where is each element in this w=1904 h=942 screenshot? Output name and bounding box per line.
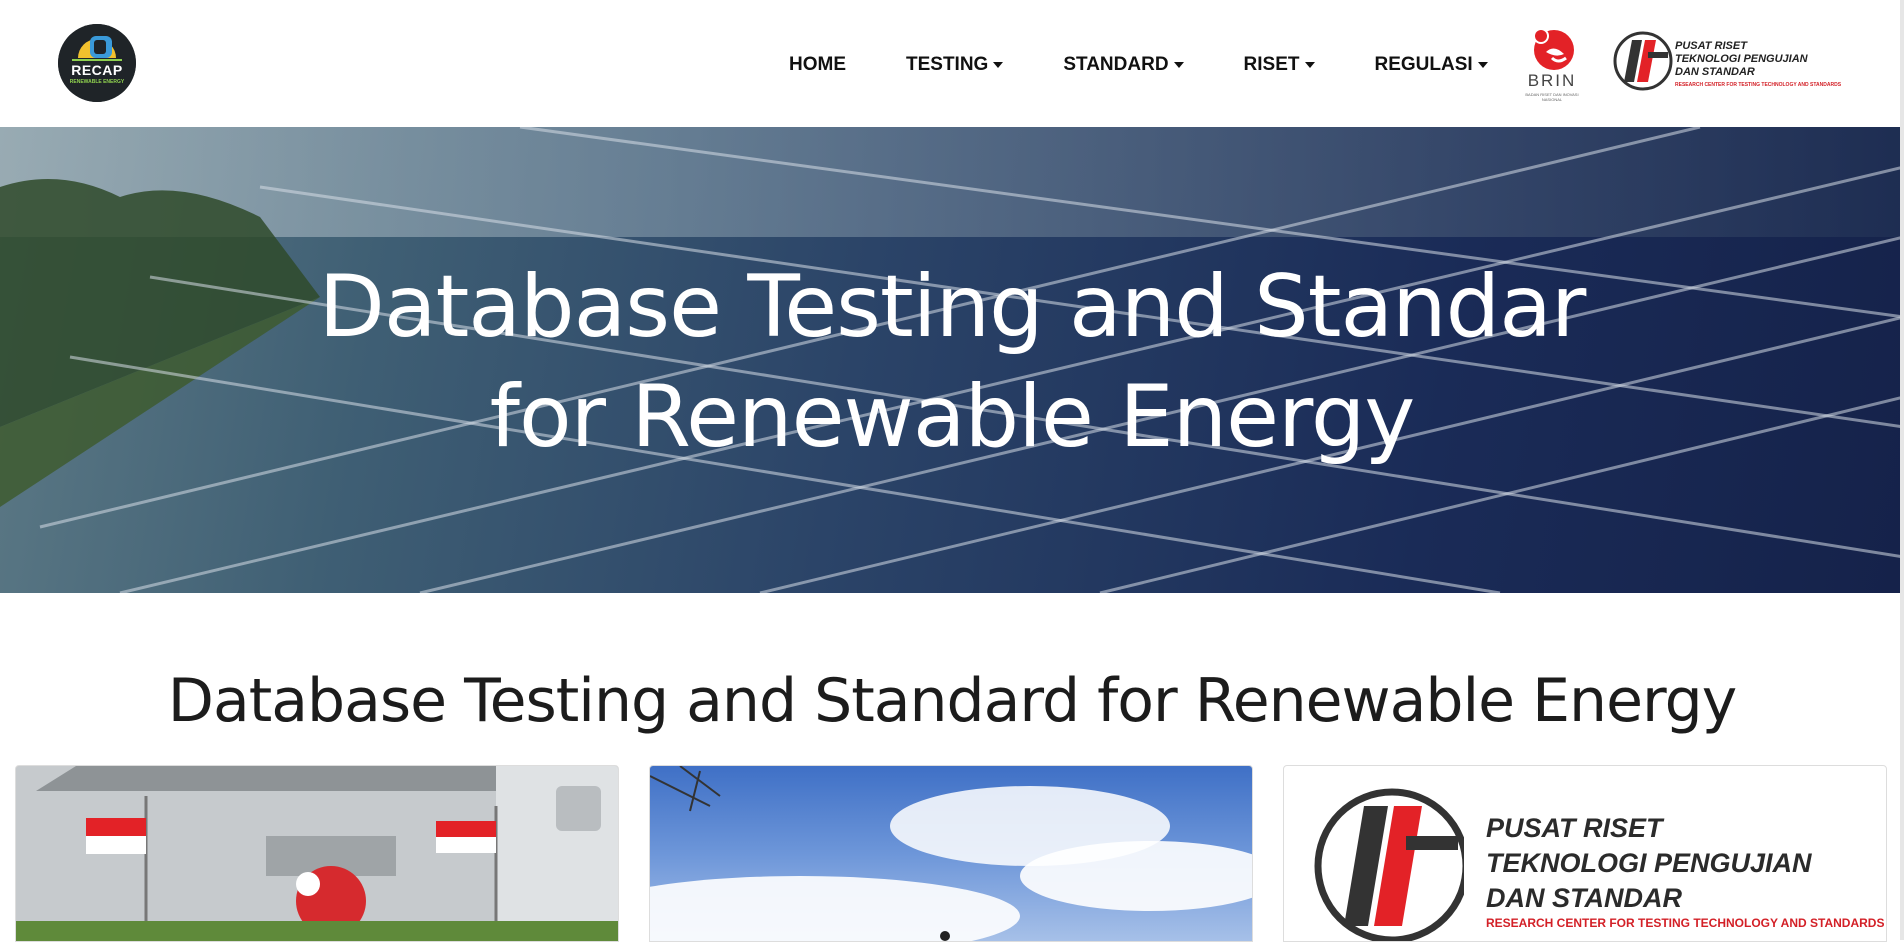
caret-down-icon — [1173, 62, 1184, 68]
nav-regulasi-label: REGULASI — [1374, 54, 1473, 75]
card-research-center-tagline: RESEARCH CENTER FOR TESTING TECHNOLOGY A… — [1486, 916, 1885, 930]
research-center-line3: DAN STANDAR — [1675, 66, 1755, 78]
nav-home-label: HOME — [789, 54, 846, 75]
card-sky-photo[interactable] — [649, 765, 1253, 942]
caret-down-icon — [1477, 62, 1488, 68]
nav-standard[interactable]: STANDARD — [1063, 54, 1184, 76]
nav-testing[interactable]: TESTING — [906, 54, 1004, 76]
card-research-center-name: PUSAT RISET TEKNOLOGI PENGUJIAN DAN STAN… — [1486, 811, 1812, 916]
research-center-line2: TEKNOLOGI PENGUJIAN — [1675, 53, 1808, 65]
main-nav: HOME TESTING STANDARD RISET REGULASI — [770, 50, 1488, 80]
brin-name: BRIN — [1527, 71, 1577, 90]
research-center-tagline: RESEARCH CENTER FOR TESTING TECHNOLOGY A… — [1675, 82, 1842, 88]
logo-subtitle: RENEWABLE ENERGY — [69, 79, 125, 85]
card-building-photo[interactable] — [15, 765, 619, 942]
brin-emblem-icon — [1533, 28, 1574, 70]
research-center-logo[interactable]: PUSAT RISET TEKNOLOGI PENGUJIAN DAN STAN… — [1612, 30, 1841, 92]
hero-title: Database Testing and Standar for Renewab… — [318, 257, 1587, 467]
card-line2: TEKNOLOGI PENGUJIAN — [1486, 848, 1812, 878]
nav-testing-label: TESTING — [906, 54, 989, 75]
nav-riset[interactable]: RISET — [1244, 54, 1315, 76]
research-center-line1: PUSAT RISET — [1675, 40, 1747, 52]
nav-riset-label: RISET — [1243, 54, 1300, 75]
research-center-large-emblem-icon — [1314, 788, 1470, 941]
brin-logo[interactable]: BRIN BADAN RISET DAN INOVASI NASIONAL — [1518, 24, 1586, 102]
recap-logo[interactable]: RECAP RENEWABLE ENERGY — [58, 24, 136, 102]
page-scrollbar[interactable] — [1900, 0, 1904, 940]
section-title: Database Testing and Standard for Renewa… — [167, 666, 1737, 736]
navbar: RECAP RENEWABLE ENERGY HOME TESTING STAN… — [0, 0, 1904, 127]
nav-home[interactable]: HOME — [789, 54, 846, 76]
sky-photo — [650, 766, 1252, 941]
brin-subtitle: BADAN RISET DAN INOVASI NASIONAL — [1525, 92, 1579, 102]
nav-standard-label: STANDARD — [1063, 54, 1169, 75]
logo-name: RECAP — [71, 62, 123, 78]
card-research-center[interactable]: PUSAT RISET TEKNOLOGI PENGUJIAN DAN STAN… — [1283, 765, 1887, 942]
building-photo — [16, 766, 618, 941]
caret-down-icon — [993, 62, 1004, 68]
nav-regulasi[interactable]: REGULASI — [1375, 54, 1488, 76]
hero-banner: Database Testing and Standar for Renewab… — [0, 127, 1904, 593]
research-center-emblem-icon — [1613, 31, 1673, 91]
caret-down-icon — [1304, 62, 1315, 68]
card-line3: DAN STANDAR — [1486, 883, 1682, 913]
card-line1: PUSAT RISET — [1486, 813, 1663, 843]
research-center-name: PUSAT RISET TEKNOLOGI PENGUJIAN DAN STAN… — [1675, 40, 1808, 79]
